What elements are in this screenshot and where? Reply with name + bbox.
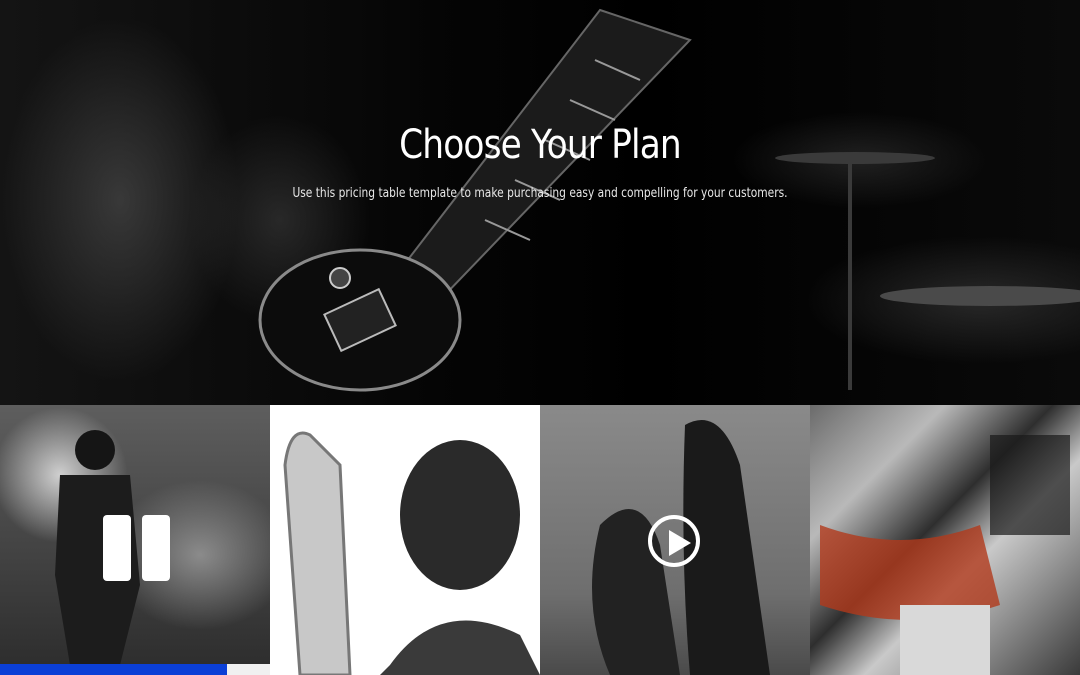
media-progress-bar[interactable] [0,664,270,675]
pause-icon[interactable] [103,515,131,581]
tile-saxophonist[interactable] [270,405,540,675]
play-icon[interactable] [648,515,700,567]
progress-fill [0,664,227,675]
hero-banner: Choose Your Plan Use this pricing table … [0,0,1080,405]
page-title: Choose Your Plan [399,122,682,168]
tile-feet[interactable] [540,405,810,675]
saxophonist-photo [283,431,540,675]
tile-poster-wall[interactable] [810,405,1080,675]
tile-smoke-guitarist[interactable] [0,405,270,675]
guitarist-silhouette [55,430,140,665]
poster-wall-photo [820,435,1070,675]
page-subtitle: Use this pricing table template to make … [292,186,788,201]
guitar-illustration [258,8,1080,392]
media-grid [0,405,1080,675]
pause-icon[interactable] [142,515,170,581]
